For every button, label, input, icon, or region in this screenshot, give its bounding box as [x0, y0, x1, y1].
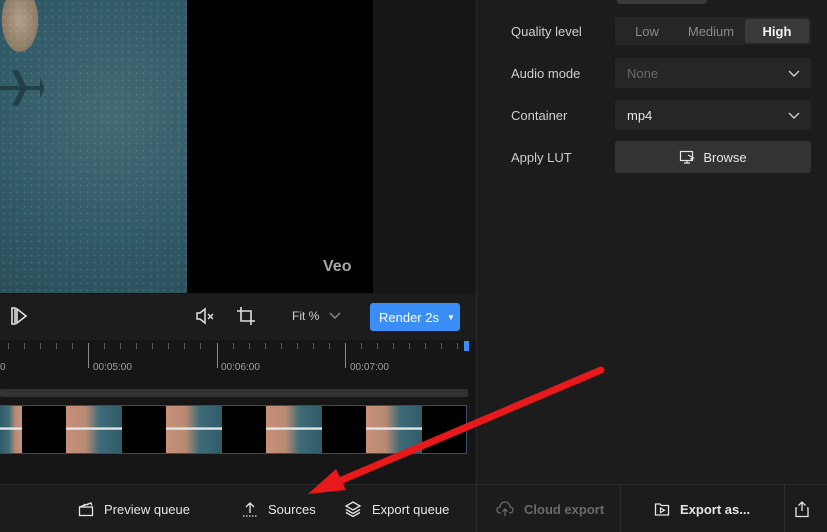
thumbnail-frame — [22, 406, 66, 453]
bottom-toolbar: Preview queue Sources Export queue Cloud… — [0, 484, 827, 532]
airplane-shadow-icon — [0, 70, 44, 106]
playback-controls: Fit % Render 2s ▼ — [0, 294, 476, 340]
audio-mode-label: Audio mode — [511, 66, 581, 81]
export-queue-button[interactable]: Export queue — [344, 485, 449, 532]
quality-medium-option[interactable]: Medium — [679, 17, 743, 45]
watermark: Veo — [323, 258, 352, 275]
crop-icon[interactable] — [236, 306, 256, 331]
export-queue-label: Export queue — [372, 501, 450, 517]
video-preview[interactable]: Veo — [0, 0, 373, 293]
chevron-down-icon — [787, 108, 801, 125]
container-label: Container — [511, 108, 568, 123]
browse-button[interactable]: Browse — [615, 141, 811, 173]
thumbnail-frame — [0, 406, 22, 453]
clapperboard-icon — [78, 502, 94, 517]
thumbnail-frame — [322, 406, 366, 453]
fit-dropdown-label[interactable]: Fit % — [292, 309, 319, 323]
preview-queue-button[interactable]: Preview queue — [78, 485, 190, 532]
scroll-indicator — [617, 0, 707, 4]
chevron-down-icon — [787, 66, 801, 83]
thumbnail-frame — [266, 406, 322, 453]
export-as-label: Export as... — [680, 501, 751, 517]
audio-mode-value: None — [627, 65, 659, 81]
upload-icon — [243, 502, 257, 517]
container-value: mp4 — [627, 107, 653, 123]
thumbnail-frame — [166, 406, 222, 453]
timeline-ruler[interactable]: 0 00:05:00 00:06:00 00:07:00 — [0, 340, 476, 386]
tick-label: 00:05:00 — [93, 362, 132, 373]
quality-high-option[interactable]: High — [745, 19, 809, 43]
quality-low-option[interactable]: Low — [615, 17, 679, 45]
chevron-down-icon[interactable] — [328, 308, 342, 327]
export-settings-panel: Quality level Low Medium High Audio mode… — [477, 0, 827, 484]
video-track-filmstrip[interactable] — [0, 405, 467, 454]
next-frame-icon[interactable] — [9, 306, 29, 331]
mute-icon[interactable] — [195, 306, 215, 331]
video-folder-icon — [654, 503, 670, 516]
thumbnail-frame — [366, 406, 422, 453]
thumbnail-frame — [422, 406, 466, 453]
quality-level-label: Quality level — [511, 24, 582, 39]
cloud-export-label: Cloud export — [524, 501, 605, 517]
tick-label: 0 — [0, 362, 6, 373]
preview-frame-image — [0, 0, 187, 293]
quality-segmented-control[interactable]: Low Medium High — [615, 17, 811, 45]
apply-lut-label: Apply LUT — [511, 150, 572, 165]
export-as-button[interactable]: Export as... — [654, 485, 750, 532]
tick-label: 00:07:00 — [350, 362, 389, 373]
timeline-scrollbar[interactable] — [0, 389, 468, 397]
thumbnail-frame — [122, 406, 166, 453]
browse-button-label: Browse — [703, 149, 747, 165]
cloud-export-button[interactable]: Cloud export — [496, 485, 604, 532]
preview-queue-label: Preview queue — [104, 501, 190, 517]
render-button-label: Render 2s — [379, 309, 439, 325]
thumbnail-frame — [222, 406, 266, 453]
share-button[interactable] — [794, 485, 820, 532]
playhead[interactable] — [464, 341, 469, 351]
audio-mode-dropdown[interactable]: None — [615, 58, 811, 88]
browse-folder-icon — [680, 150, 696, 164]
layers-icon — [344, 501, 362, 518]
sources-label: Sources — [268, 501, 316, 517]
sources-button[interactable]: Sources — [242, 485, 316, 532]
share-icon — [795, 501, 809, 518]
caret-down-icon: ▼ — [446, 312, 455, 322]
cloud-upload-icon — [496, 501, 514, 516]
editor-pane: Veo Fit % Render 2s ▼ 0 00:05:00 00:06:0… — [0, 0, 476, 484]
thumbnail-frame — [66, 406, 122, 453]
container-dropdown[interactable]: mp4 — [615, 100, 811, 130]
tick-label: 00:06:00 — [221, 362, 260, 373]
render-button[interactable]: Render 2s ▼ — [370, 303, 460, 331]
